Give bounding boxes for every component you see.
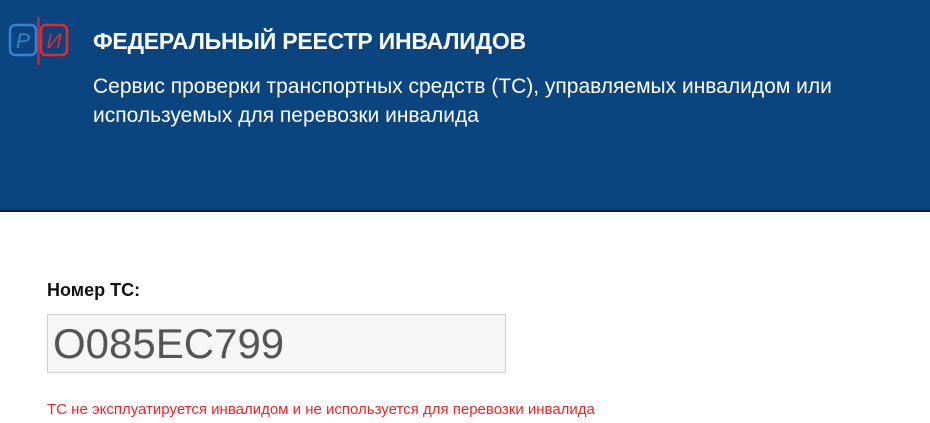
- page-subtitle: Сервис проверки транспортных средств (ТС…: [93, 75, 832, 127]
- header-banner: Р И ФЕДЕРАЛЬНЫЙ РЕЕСТР ИНВАЛИДОВ Сервис …: [0, 0, 930, 212]
- result-message: ТС не эксплуатируется инвалидом и не исп…: [47, 401, 595, 418]
- logo-letter-i: И: [46, 30, 62, 53]
- logo-letter-r: Р: [16, 30, 30, 53]
- page-title: ФЕДЕРАЛЬНЫЙ РЕЕСТР ИНВАЛИДОВ: [93, 28, 526, 54]
- vehicle-number-input[interactable]: [47, 314, 506, 373]
- vehicle-number-label: Номер ТС:: [47, 280, 141, 300]
- registry-logo-icon: Р И: [8, 17, 69, 65]
